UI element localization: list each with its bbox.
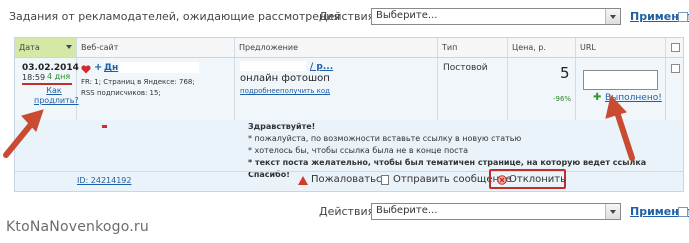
chevron-down-icon bbox=[605, 9, 620, 24]
column-url: URL bbox=[575, 38, 665, 57]
redacted-area bbox=[240, 61, 306, 71]
actions-select-bottom[interactable]: Выберите... bbox=[371, 203, 621, 220]
apply-check-icon bbox=[678, 12, 688, 22]
offer-description: онлайн фотошоп bbox=[240, 73, 330, 84]
column-offer: Предложение bbox=[234, 38, 437, 57]
site-rss: RSS подписчиков: 15; bbox=[81, 89, 161, 97]
red-marker bbox=[102, 125, 107, 128]
reject-icon bbox=[497, 175, 507, 185]
reject-button[interactable]: Отклонить bbox=[509, 174, 566, 185]
details-link[interactable]: подробнее bbox=[240, 87, 280, 95]
redacted-area bbox=[119, 62, 199, 73]
table-header: Дата Веб-сайт Предложение Тип Цена, р. U… bbox=[15, 38, 683, 58]
actions-label: Действия: bbox=[319, 10, 378, 23]
row-type: Постовой bbox=[443, 63, 488, 73]
complain-button[interactable]: Пожаловаться bbox=[311, 174, 388, 185]
document-icon bbox=[381, 175, 389, 185]
plus-icon: ✚ bbox=[593, 92, 602, 103]
get-code-link[interactable]: получить код bbox=[280, 87, 330, 95]
date-underline bbox=[22, 83, 72, 85]
column-type: Тип bbox=[437, 38, 507, 57]
url-input[interactable] bbox=[583, 70, 658, 90]
tasks-table: Дата Веб-сайт Предложение Тип Цена, р. U… bbox=[14, 37, 684, 192]
chevron-down-icon bbox=[605, 204, 620, 219]
task-id-link[interactable]: ID: 24214192 bbox=[77, 176, 131, 185]
website-link[interactable]: Дн bbox=[104, 63, 118, 73]
row-time: 18:59 bbox=[22, 73, 46, 82]
warning-icon bbox=[298, 176, 308, 185]
message-greeting: Здравствуйте! bbox=[248, 122, 316, 131]
row-checkbox[interactable] bbox=[671, 64, 680, 73]
site-stats: FR: 1; Страниц в Яндексе: 768; bbox=[81, 78, 195, 86]
message-line: * хотелось бы, чтобы ссылка была не в ко… bbox=[248, 146, 469, 155]
apply-check-icon bbox=[678, 207, 688, 217]
watermark: KtoNaNovenkogo.ru bbox=[6, 219, 149, 235]
extend-link[interactable]: Как продлить? bbox=[34, 86, 79, 106]
page-title: Задания от рекламодателей, ожидающие рас… bbox=[9, 10, 341, 23]
heart-icon bbox=[81, 65, 91, 74]
actions-select-value: Выберите... bbox=[376, 10, 438, 21]
days-left: 4 дня bbox=[47, 72, 71, 81]
select-all-checkbox[interactable] bbox=[671, 43, 680, 52]
row-percent: -96% bbox=[553, 95, 572, 103]
column-website: Веб-сайт bbox=[76, 38, 234, 57]
column-date[interactable]: Дата bbox=[15, 38, 76, 57]
top-toolbar: Задания от рекламодателей, ожидающие рас… bbox=[7, 6, 689, 28]
column-price: Цена, р. bbox=[507, 38, 575, 57]
expand-plus-icon[interactable]: + bbox=[94, 62, 102, 73]
done-button[interactable]: Выполнено! bbox=[605, 93, 662, 103]
sort-desc-icon bbox=[66, 45, 72, 49]
actions-select[interactable]: Выберите... bbox=[371, 8, 621, 25]
row-price: 5 bbox=[560, 64, 570, 82]
message-line: * текст поста желательно, чтобы был тема… bbox=[248, 158, 647, 167]
actions-select-value: Выберите... bbox=[376, 205, 438, 216]
message-line: * пожалуйста, по возможности вставьте сс… bbox=[248, 134, 522, 143]
actions-label: Действия: bbox=[319, 205, 378, 218]
